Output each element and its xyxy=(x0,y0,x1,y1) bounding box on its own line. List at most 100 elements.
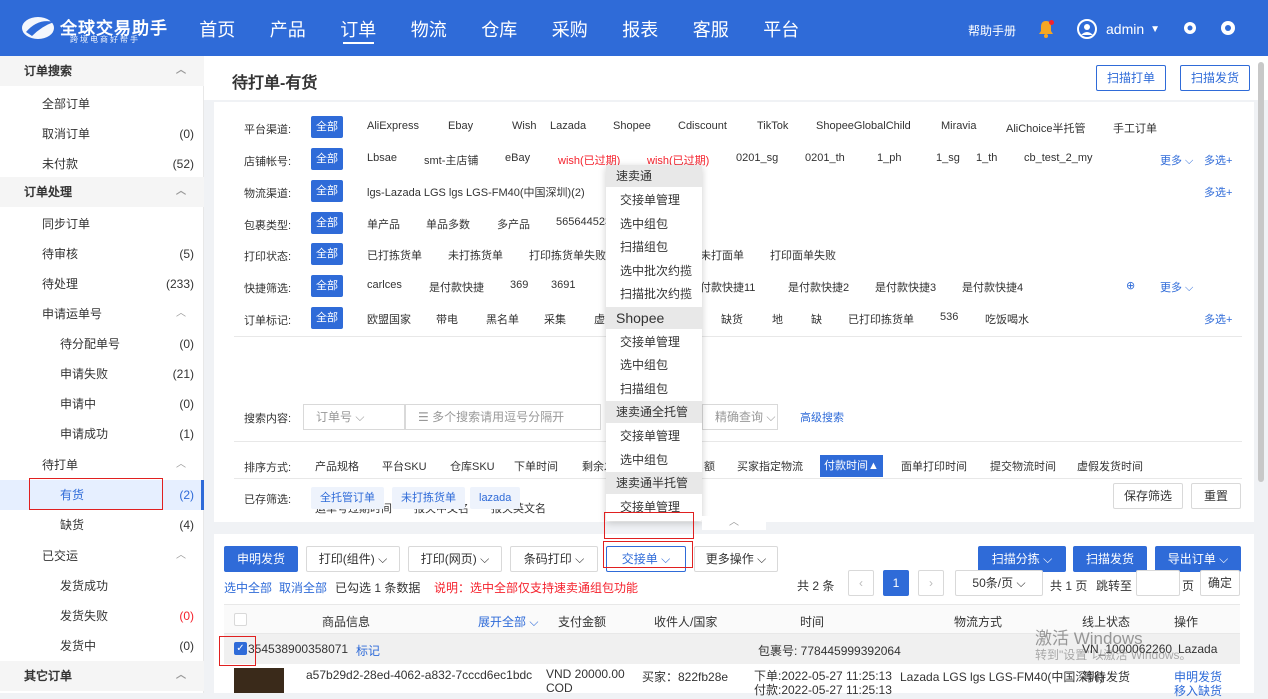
filter-quick-option-5[interactable]: 是付款快捷2 xyxy=(788,279,849,295)
menu-item-1-2[interactable]: 扫描组包 xyxy=(606,378,702,400)
menu-item-2-1[interactable]: 选中组包 xyxy=(606,449,702,471)
nav-item-4[interactable]: 仓库 xyxy=(464,0,535,56)
filter-logistics-option-0[interactable]: lgs-Lazada LGS lgs LGS-FM40(中国深圳)(2) xyxy=(367,184,585,200)
add-quick-filter-icon[interactable]: ⊕ xyxy=(1126,279,1135,292)
filter-platform-option-2[interactable]: Wish xyxy=(512,120,536,132)
filter-store-more-link[interactable]: 更多 ⌵ xyxy=(1160,152,1193,168)
print-web-dropdown[interactable]: 打印(网页) ⌵ xyxy=(408,546,502,572)
sidebar-item-process-13[interactable]: 发货失败 (0) xyxy=(0,601,204,631)
sidebar-item-process-14[interactable]: 发货中 (0) xyxy=(0,631,204,661)
filter-platform-option-5[interactable]: Cdiscount xyxy=(678,120,727,132)
filter-print-option-0[interactable]: 已打拣货单 xyxy=(367,247,422,263)
jump-page-input[interactable] xyxy=(1136,570,1180,596)
sort-option-active[interactable]: 付款时间▲ xyxy=(820,455,883,477)
export-orders-dropdown[interactable]: 导出订单 ⌵ xyxy=(1155,546,1241,572)
sidebar-item-process-5[interactable]: 申请失败 (21) xyxy=(0,359,204,389)
jump-confirm-button[interactable]: 确定 xyxy=(1200,570,1240,596)
filter-store-option-6[interactable]: 0201_th xyxy=(805,152,845,164)
menu-item-0-4[interactable]: 扫描批次约揽 xyxy=(606,283,702,305)
filter-store-option-8[interactable]: 1_sg xyxy=(936,152,960,164)
filter-mark-option-9[interactable]: 536 xyxy=(940,311,958,323)
filter-print-option-2[interactable]: 打印拣货单失败 xyxy=(529,247,606,263)
print-component-dropdown[interactable]: 打印(组件) ⌵ xyxy=(306,546,400,572)
filter-quick-option-4[interactable]: 付款快捷11 xyxy=(700,279,755,295)
declare-ship-button[interactable]: 申明发货 xyxy=(224,546,298,572)
filter-package-option-2[interactable]: 多产品 xyxy=(497,216,530,232)
sort-option-1[interactable]: 平台SKU xyxy=(382,458,427,474)
nav-item-2[interactable]: 订单 xyxy=(323,0,394,56)
product-thumbnail[interactable] xyxy=(234,668,284,693)
scan-sort-dropdown[interactable]: 扫描分拣 ⌵ xyxy=(978,546,1066,572)
filter-platform-option-9[interactable]: AliChoice半托管 xyxy=(1006,120,1085,136)
sidebar-item-process-11[interactable]: 已交运 ︿ xyxy=(0,541,204,571)
sidebar-item-process-2[interactable]: 待处理 (233) xyxy=(0,269,204,299)
barcode-print-dropdown[interactable]: 条码打印 ⌵ xyxy=(510,546,598,572)
menu-item-0-2[interactable]: 扫描组包 xyxy=(606,236,702,258)
notification-bell-icon[interactable] xyxy=(1038,20,1054,41)
page-scrollbar[interactable] xyxy=(1258,62,1264,482)
filter-store-option-9[interactable]: 1_th xyxy=(976,152,997,164)
sort-option-5[interactable]: 额 xyxy=(704,458,715,474)
app-logo[interactable]: 全球交易助手 跨境电商好帮手 xyxy=(20,12,170,46)
nav-item-5[interactable]: 采购 xyxy=(535,0,606,56)
filter-logistics-all-tag[interactable]: 全部 xyxy=(311,180,343,202)
filter-platform-option-8[interactable]: Miravia xyxy=(941,120,976,132)
filter-package-option-1[interactable]: 单品多数 xyxy=(426,216,470,232)
page-1-button[interactable]: 1 xyxy=(883,570,909,596)
prev-page-button[interactable]: ‹ xyxy=(848,570,874,596)
sidebar-item-process-7[interactable]: 申请成功 (1) xyxy=(0,419,204,449)
menu-item-2-0[interactable]: 交接单管理 xyxy=(606,425,702,447)
saved-filter-chip-0[interactable]: 全托管订单 xyxy=(311,487,384,509)
filter-quick-option-1[interactable]: 是付款快捷 xyxy=(429,279,484,295)
filter-print-option-1[interactable]: 未打拣货单 xyxy=(448,247,503,263)
sidebar-item-process-10[interactable]: 缺货 (4) xyxy=(0,510,204,540)
help-manual-link[interactable]: 帮助手册 xyxy=(968,22,1016,39)
sidebar-group-order-search[interactable]: 订单搜索 ︿ xyxy=(0,56,204,86)
sort-option-10[interactable]: 虚假发货时间 xyxy=(1077,458,1143,474)
nav-item-6[interactable]: 报表 xyxy=(605,0,676,56)
nav-item-8[interactable]: 平台 xyxy=(746,0,817,56)
power-icon[interactable] xyxy=(1220,20,1236,39)
select-all-checkbox[interactable] xyxy=(234,613,247,626)
filter-print-all-tag[interactable]: 全部 xyxy=(311,243,343,265)
sidebar-item-search-1[interactable]: 取消订单 (0) xyxy=(0,119,204,149)
sidebar-item-process-0[interactable]: 同步订单 xyxy=(0,209,204,239)
filter-package-all-tag[interactable]: 全部 xyxy=(311,212,343,234)
filter-quick-option-3[interactable]: 3691 xyxy=(551,279,575,291)
reset-filter-button[interactable]: 重置 xyxy=(1191,483,1241,509)
scan-ship-button[interactable]: 扫描发货 xyxy=(1180,65,1250,91)
saved-filter-chip-2[interactable]: lazada xyxy=(470,487,521,509)
nav-item-3[interactable]: 物流 xyxy=(394,0,465,56)
filter-mark-option-8[interactable]: 已打印拣货单 xyxy=(848,311,914,327)
menu-item-0-3[interactable]: 选中批次约揽 xyxy=(606,260,702,282)
filter-platform-option-0[interactable]: AliExpress xyxy=(367,120,419,132)
sidebar-item-search-2[interactable]: 未付款 (52) xyxy=(0,149,204,179)
user-menu[interactable]: admin ▼ xyxy=(1077,19,1160,39)
saved-filter-chip-1[interactable]: 未打拣货单 xyxy=(392,487,465,509)
save-filter-button[interactable]: 保存筛选 xyxy=(1113,483,1183,509)
sidebar-item-process-8[interactable]: 待打单 ︿ xyxy=(0,450,204,480)
filter-store-option-2[interactable]: eBay xyxy=(505,152,530,164)
filter-store-option-5[interactable]: 0201_sg xyxy=(736,152,778,164)
scan-ship-list-button[interactable]: 扫描发货 xyxy=(1073,546,1147,572)
filter-logistics-multi-select[interactable]: 多选+ xyxy=(1204,184,1232,200)
filter-store-all-tag[interactable]: 全部 xyxy=(311,148,343,170)
filter-mark-option-5[interactable]: 缺货 xyxy=(721,311,743,327)
sidebar-group-order-process[interactable]: 订单处理 ︿ xyxy=(0,177,204,207)
page-size-select[interactable]: 50条/页 ⌵ xyxy=(955,570,1043,596)
filter-quick-all-tag[interactable]: 全部 xyxy=(311,275,343,297)
sort-option-6[interactable]: 买家指定物流 xyxy=(737,458,803,474)
filter-mark-all-tag[interactable]: 全部 xyxy=(311,307,343,329)
filter-quick-more-link[interactable]: 更多 ⌵ xyxy=(1160,279,1193,295)
sort-option-9[interactable]: 提交物流时间 xyxy=(990,458,1056,474)
nav-item-0[interactable]: 首页 xyxy=(182,0,253,56)
menu-item-1-1[interactable]: 选中组包 xyxy=(606,354,702,376)
filter-mark-multi-select[interactable]: 多选+ xyxy=(1204,311,1232,327)
search-field-select[interactable]: 订单号 ⌵ xyxy=(303,404,405,430)
move-to-stockout-action[interactable]: 移入缺货 xyxy=(1174,682,1222,699)
filter-store-option-7[interactable]: 1_ph xyxy=(877,152,901,164)
filter-print-option-3[interactable]: 未打面单 xyxy=(700,247,744,263)
filter-platform-option-6[interactable]: TikTok xyxy=(757,120,788,132)
filter-platform-option-7[interactable]: ShopeeGlobalChild xyxy=(816,120,911,132)
filter-package-option-3[interactable]: 565644523 xyxy=(556,216,611,228)
